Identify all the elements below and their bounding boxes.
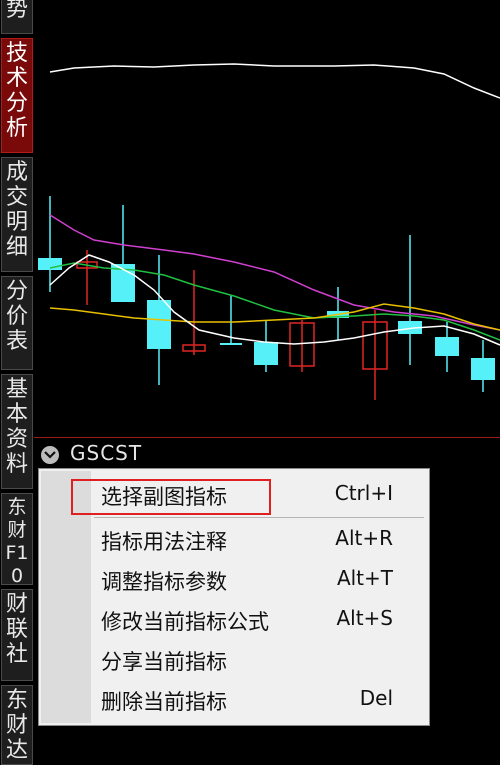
tab-label-char: 分 [5,91,28,116]
tab-label-char: 术 [5,66,28,91]
tab-label-char: 资 [5,427,28,452]
tab-technical-analysis[interactable]: 技术分析 [1,38,33,153]
tab-f10[interactable]: 东财 F1 0 [1,493,33,585]
menu-item-shortcut: Alt+S [336,606,393,630]
menu-item-adjust-params[interactable]: 调整指标参数 Alt+T [39,560,429,600]
tab-price-table[interactable]: 分价表 [1,276,33,370]
tab-label-char: 成 [5,160,28,185]
tab-label-char: 交 [5,185,28,210]
menu-separator [94,517,424,518]
tab-label-char: 基 [5,377,28,402]
menu-item-label: 修改当前指标公式 [101,610,269,634]
candle-body [147,300,171,349]
tab-basic-info[interactable]: 基本资料 [1,374,33,489]
tab-label-char: 表 [5,329,28,354]
tab-trade-details[interactable]: 成交明细 [1,157,33,272]
tab-label-char: 财 [5,713,28,738]
menu-item-label: 调整指标参数 [101,570,227,594]
menu-item-usage-notes[interactable]: 指标用法注释 Alt+R [39,520,429,560]
chevron-down-icon[interactable] [41,446,59,464]
menu-item-label: 分享当前指标 [101,650,227,674]
tab-label-char: 财 [7,519,27,541]
menu-item-share-indicator[interactable]: 分享当前指标 [39,640,429,680]
tab-label-char: 分 [5,279,28,304]
tab-label-char: 明 [5,210,28,235]
menu-item-delete-indicator[interactable]: 删除当前指标 Del [39,680,429,720]
tab-dongcaida[interactable]: 东财达 [1,685,33,765]
tab-label-char: 联 [5,617,28,642]
indicator-context-menu: 选择副图指标 Ctrl+I 指标用法注释 Alt+R 调整指标参数 Alt+T … [38,468,430,726]
menu-item-label: 选择副图指标 [101,485,227,509]
tab-label-char: 0 [10,565,24,585]
candle-body [220,343,242,345]
tab-cailianshe[interactable]: 财联社 [1,589,33,681]
menu-item-edit-formula[interactable]: 修改当前指标公式 Alt+S [39,600,429,640]
upper-ma-line [49,63,500,99]
tab-label-char: 技 [5,41,28,66]
tab-label-char: F1 [5,542,29,564]
side-panel: 势 技术分析 成交明细 分价表 基本资料 东财 F1 0 财联社 东财达 [0,0,34,765]
menu-item-shortcut: Del [359,686,393,710]
candle-body [38,258,62,270]
menu-item-shortcut: Alt+T [336,566,393,590]
tab-label-char: 东 [5,688,28,713]
candle-body [254,342,278,365]
tab-trend[interactable]: 势 [1,0,33,34]
main-kline-chart[interactable] [34,0,500,437]
menu-item-label: 删除当前指标 [101,690,227,714]
tab-label-char: 财 [5,592,28,617]
menu-item-label: 指标用法注释 [101,530,227,554]
tab-label-char: 东 [7,496,27,518]
sub-chart-header: GSCST [34,437,500,469]
indicator-name: GSCST [70,441,143,465]
candle-body [471,358,495,380]
tab-label-char: 细 [5,235,28,260]
tab-label-char: 析 [5,116,28,141]
tab-label-char: 社 [5,642,28,667]
menu-item-shortcut: Alt+R [335,526,393,550]
candlestick-chart-svg [38,63,500,400]
candle-body [435,337,459,356]
tab-label-char: 本 [5,402,28,427]
menu-item-shortcut: Ctrl+I [334,481,393,505]
menu-item-select-indicator[interactable]: 选择副图指标 Ctrl+I [39,475,429,515]
tab-label-char: 价 [5,304,28,329]
tab-label-char: 达 [5,738,28,763]
tab-label-char: 料 [5,452,28,477]
